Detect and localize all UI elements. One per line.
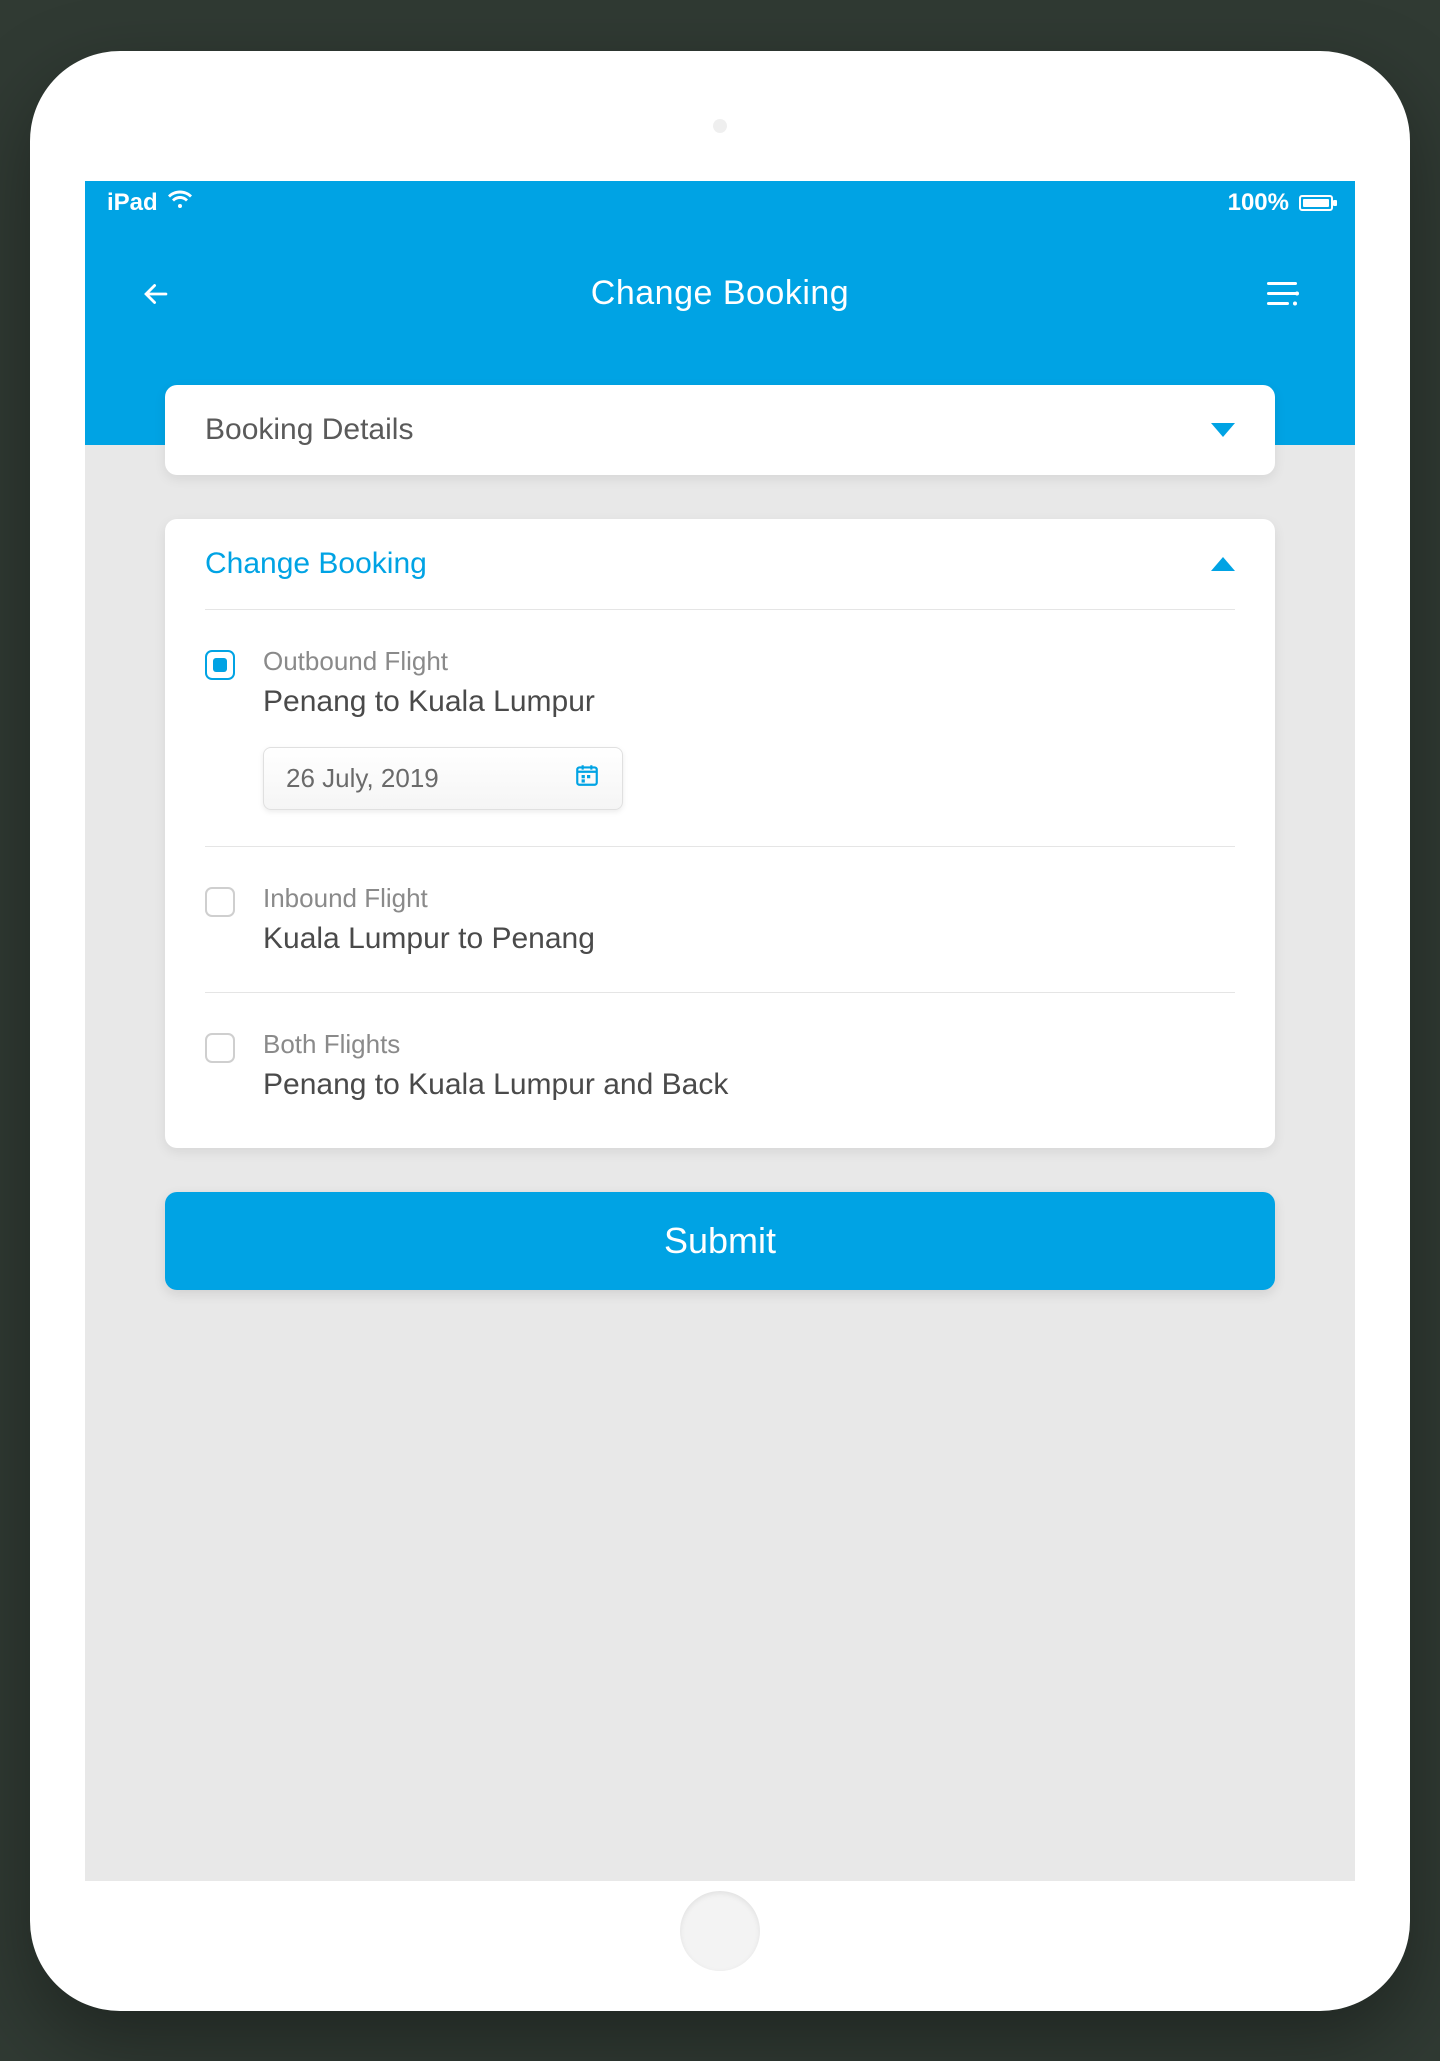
checkbox-inbound[interactable] <box>205 887 235 917</box>
status-bar: iPad 100% <box>85 181 1355 225</box>
home-button[interactable] <box>680 1891 760 1971</box>
battery-percent: 100% <box>1228 189 1289 217</box>
submit-label: Submit <box>664 1220 776 1261</box>
content-area: Booking Details Change Booking Outbo <box>85 385 1355 1330</box>
tablet-frame: iPad 100% Change Booking <box>30 51 1410 2011</box>
option-label: Both Flights <box>263 1029 1235 1060</box>
option-outbound: Outbound Flight Penang to Kuala Lumpur 2… <box>205 610 1235 847</box>
booking-details-toggle[interactable]: Booking Details <box>165 385 1275 475</box>
screen: iPad 100% Change Booking <box>85 181 1355 1881</box>
page-title: Change Booking <box>591 274 849 313</box>
option-label: Outbound Flight <box>263 646 1235 677</box>
checkbox-both[interactable] <box>205 1033 235 1063</box>
change-booking-card: Change Booking Outbound Flight Penang to… <box>165 519 1275 1148</box>
menu-button[interactable] <box>1263 273 1305 315</box>
battery-icon <box>1299 195 1333 211</box>
option-both: Both Flights Penang to Kuala Lumpur and … <box>205 993 1235 1138</box>
option-route: Penang to Kuala Lumpur and Back <box>263 1068 1235 1102</box>
chevron-up-icon <box>1211 557 1235 571</box>
calendar-icon <box>574 762 600 795</box>
option-route: Kuala Lumpur to Penang <box>263 922 1235 956</box>
option-inbound: Inbound Flight Kuala Lumpur to Penang <box>205 847 1235 993</box>
device-camera <box>713 119 727 133</box>
option-label: Inbound Flight <box>263 883 1235 914</box>
booking-details-card: Booking Details <box>165 385 1275 475</box>
date-picker-outbound[interactable]: 26 July, 2019 <box>263 747 623 810</box>
option-route: Penang to Kuala Lumpur <box>263 685 1235 719</box>
checkbox-outbound[interactable] <box>205 650 235 680</box>
submit-button[interactable]: Submit <box>165 1192 1275 1290</box>
device-label: iPad <box>107 189 158 217</box>
change-booking-toggle[interactable]: Change Booking <box>165 519 1275 609</box>
back-button[interactable] <box>135 273 177 315</box>
change-booking-title: Change Booking <box>205 547 427 581</box>
booking-details-title: Booking Details <box>205 413 413 447</box>
wifi-icon <box>168 189 192 217</box>
chevron-down-icon <box>1211 423 1235 437</box>
date-value: 26 July, 2019 <box>286 763 439 794</box>
